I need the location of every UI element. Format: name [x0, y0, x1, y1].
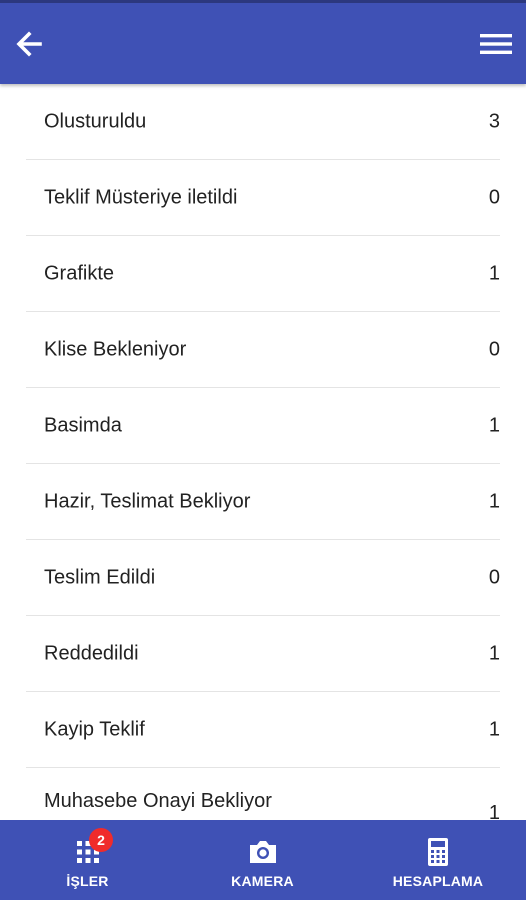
nav-item-isler[interactable]: İŞLER 2 — [0, 820, 175, 900]
nav-item-kamera[interactable]: KAMERA — [175, 820, 350, 900]
status-row[interactable]: Reddedildi 1 — [26, 616, 500, 692]
status-label: Reddedildi — [44, 642, 139, 664]
status-label: Muhasebe Onayi Bekliyor — [44, 790, 272, 812]
status-count: 1 — [488, 262, 500, 284]
nav-item-hesaplama[interactable]: HESAPLAMA — [350, 820, 526, 900]
nav-label: HESAPLAMA — [392, 873, 484, 889]
status-row[interactable]: Grafikte 1 — [26, 236, 500, 312]
status-label: Klise Bekleniyor — [44, 338, 187, 360]
status-count: 0 — [488, 338, 500, 360]
status-count: 1 — [488, 642, 500, 664]
status-label: Olusturuldu — [44, 110, 147, 132]
status-row[interactable]: Kayip Teklif 1 — [26, 692, 500, 768]
status-row[interactable]: Basimda 1 — [26, 388, 500, 464]
status-count: 0 — [488, 566, 500, 588]
status-label: Basimda — [44, 414, 122, 436]
hamburger-menu-icon[interactable] — [476, 25, 516, 63]
status-row[interactable]: Klise Bekleniyor 0 — [26, 312, 500, 388]
status-label: Teslim Edildi — [44, 566, 156, 588]
nav-label: İŞLER — [66, 873, 109, 889]
status-label: Grafikte — [44, 262, 115, 284]
calculator-icon — [428, 838, 448, 866]
status-count: 1 — [488, 490, 500, 512]
bottom-nav: İŞLER 2 KAMERA HESAPLAMA — [0, 820, 526, 900]
status-label: Kayip Teklif — [44, 718, 145, 740]
status-row[interactable]: Hazir, Teslimat Bekliyor 1 — [26, 464, 500, 540]
app-bar — [0, 0, 526, 84]
notification-badge: 2 — [89, 828, 113, 852]
status-row[interactable]: Muhasebe Onayi Bekliyor 1 — [26, 768, 500, 820]
status-row[interactable]: Teklif Müsteriye iletildi 0 — [26, 160, 500, 236]
status-label: Teklif Müsteriye iletildi — [44, 186, 238, 208]
status-row[interactable]: Olusturuldu 3 — [26, 84, 500, 160]
arrow-left-icon[interactable] — [10, 25, 48, 63]
status-count: 1 — [488, 718, 500, 740]
status-row[interactable]: Teslim Edildi 0 — [26, 540, 500, 616]
camera-icon — [249, 841, 276, 863]
status-count: 1 — [488, 414, 500, 436]
status-label: Hazir, Teslimat Bekliyor — [44, 490, 251, 512]
status-list: Olusturuldu 3 Teklif Müsteriye iletildi … — [0, 84, 526, 820]
nav-label: KAMERA — [231, 873, 294, 889]
status-count: 1 — [488, 802, 500, 820]
status-count: 0 — [488, 186, 500, 208]
status-count: 3 — [488, 110, 500, 132]
